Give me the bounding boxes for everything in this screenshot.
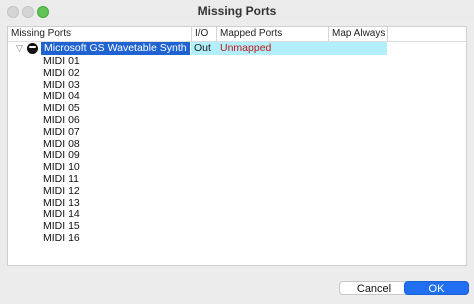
- list-item[interactable]: MIDI 16: [43, 232, 80, 245]
- column-divider[interactable]: [216, 27, 217, 41]
- column-header-missing-ports[interactable]: Missing Ports: [11, 28, 71, 40]
- table-header: Missing Ports I/O Mapped Ports Map Alway…: [8, 27, 466, 42]
- column-header-map-always[interactable]: Map Always: [332, 28, 385, 40]
- window-title: Missing Ports: [197, 4, 277, 18]
- list-item[interactable]: MIDI 06: [43, 114, 80, 127]
- missing-ports-window: Missing Ports Missing Ports I/O Mapped P…: [0, 0, 474, 304]
- column-divider[interactable]: [387, 27, 388, 41]
- cancel-button[interactable]: Cancel: [339, 281, 409, 295]
- list-item[interactable]: MIDI 11: [43, 173, 80, 186]
- device-name[interactable]: Microsoft GS Wavetable Synth: [41, 42, 190, 55]
- column-header-mapped-ports[interactable]: Mapped Ports: [220, 28, 282, 40]
- device-io: Out: [194, 42, 211, 54]
- list-item[interactable]: MIDI 02: [43, 67, 80, 80]
- column-divider[interactable]: [191, 27, 192, 41]
- title-bar: Missing Ports: [0, 0, 474, 22]
- column-divider[interactable]: [328, 27, 329, 41]
- list-item[interactable]: MIDI 07: [43, 126, 80, 139]
- disclosure-triangle-icon[interactable]: ▽: [16, 43, 23, 54]
- ok-button[interactable]: OK: [404, 281, 469, 295]
- device-mapped-port[interactable]: Unmapped: [220, 42, 271, 55]
- midi-device-icon: [27, 43, 38, 54]
- column-header-io[interactable]: I/O: [195, 28, 208, 40]
- list-item[interactable]: MIDI 12: [43, 185, 80, 198]
- port-list: MIDI 01 MIDI 02 MIDI 03 MIDI 04 MIDI 05 …: [43, 55, 80, 245]
- ports-table: Missing Ports I/O Mapped Ports Map Alway…: [7, 26, 467, 266]
